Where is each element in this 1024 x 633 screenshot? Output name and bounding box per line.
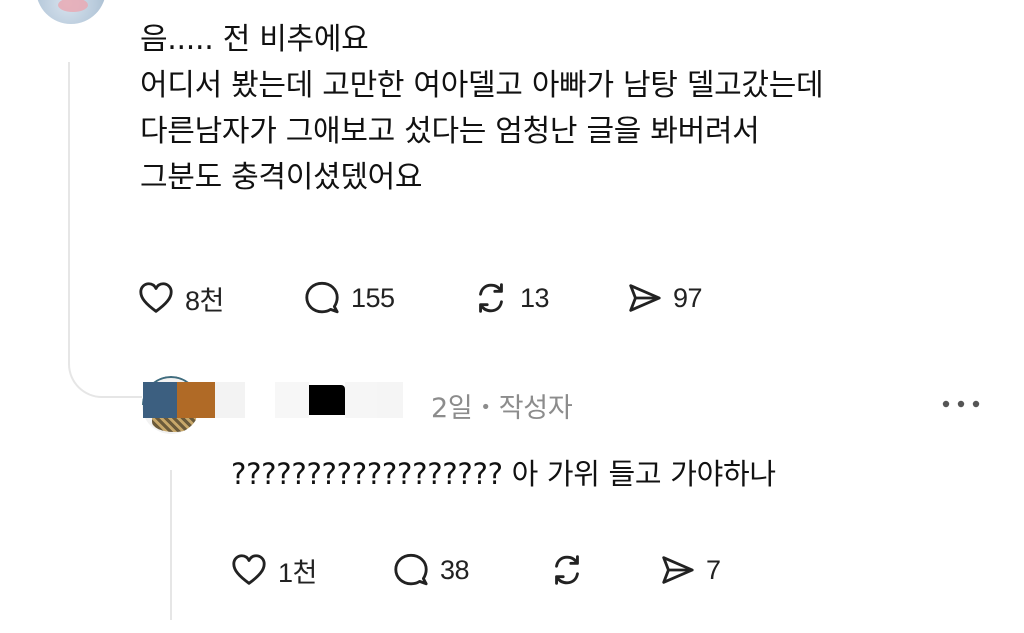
reply-time: 2일 [431, 393, 473, 424]
censor-block [215, 382, 245, 418]
thread-connector-line [68, 62, 142, 398]
speech-bubble-icon [394, 553, 428, 586]
post-text-line: 어디서 봤는데 고만한 여아델고 아빠가 남탕 델고갔는데 [140, 68, 824, 103]
like-button[interactable]: 8천 [137, 278, 224, 318]
comment-count: 38 [440, 554, 470, 585]
share-count: 97 [673, 282, 703, 313]
share-button[interactable]: 7 [658, 550, 721, 590]
share-button[interactable]: 97 [625, 278, 703, 318]
reply-author-name-redacted[interactable] [143, 382, 403, 418]
like-count: 8천 [185, 285, 224, 316]
heart-icon [232, 554, 266, 585]
reply-action-bar: 1천 38 7 [230, 550, 750, 590]
send-icon [662, 556, 694, 584]
repost-button[interactable]: 13 [472, 278, 550, 318]
repost-count: 13 [520, 282, 550, 313]
repost-button[interactable] [548, 550, 596, 590]
post-text-line: 그분도 충격이셨뎄어요 [140, 160, 423, 195]
like-button[interactable]: 1천 [230, 550, 317, 590]
censor-block [177, 382, 215, 418]
like-count: 1천 [278, 557, 317, 588]
more-options-button[interactable] [939, 389, 983, 419]
post-text-line: 다른남자가 그애보고 섰다는 엄청난 글을 봐버려서 [140, 114, 760, 149]
censor-block [377, 382, 403, 418]
comment-count: 155 [351, 282, 395, 313]
comment-button[interactable]: 38 [392, 550, 470, 590]
author-badge: 작성자 [498, 393, 573, 424]
avatar-image-detail [58, 0, 88, 12]
heart-icon [139, 282, 173, 313]
post-author-avatar[interactable] [36, 0, 106, 24]
meta-separator: • [480, 397, 491, 418]
speech-bubble-icon [305, 281, 339, 314]
repost-icon [555, 555, 579, 585]
post-body: 음..... 전 비추에요 어디서 봤는데 고만한 여아델고 아빠가 남탕 델고… [140, 17, 1000, 201]
censor-block [245, 382, 275, 418]
reply-body: ?????????????????? 아 가위 들고 가야하나 [231, 457, 776, 491]
post-text-line: 음..... 전 비추에요 [140, 22, 369, 57]
censor-block [345, 382, 377, 418]
censor-block [143, 382, 177, 418]
repost-icon [479, 283, 503, 313]
censor-block [275, 382, 309, 418]
post-action-bar: 8천 155 13 97 [137, 278, 737, 318]
reply-meta: 2일 • 작성자 [431, 386, 573, 425]
share-count: 7 [706, 554, 721, 585]
reply-thread-line [170, 470, 172, 620]
comment-button[interactable]: 155 [303, 278, 395, 318]
send-icon [629, 284, 661, 312]
censor-block [309, 385, 345, 415]
more-dots-icon [942, 400, 980, 408]
